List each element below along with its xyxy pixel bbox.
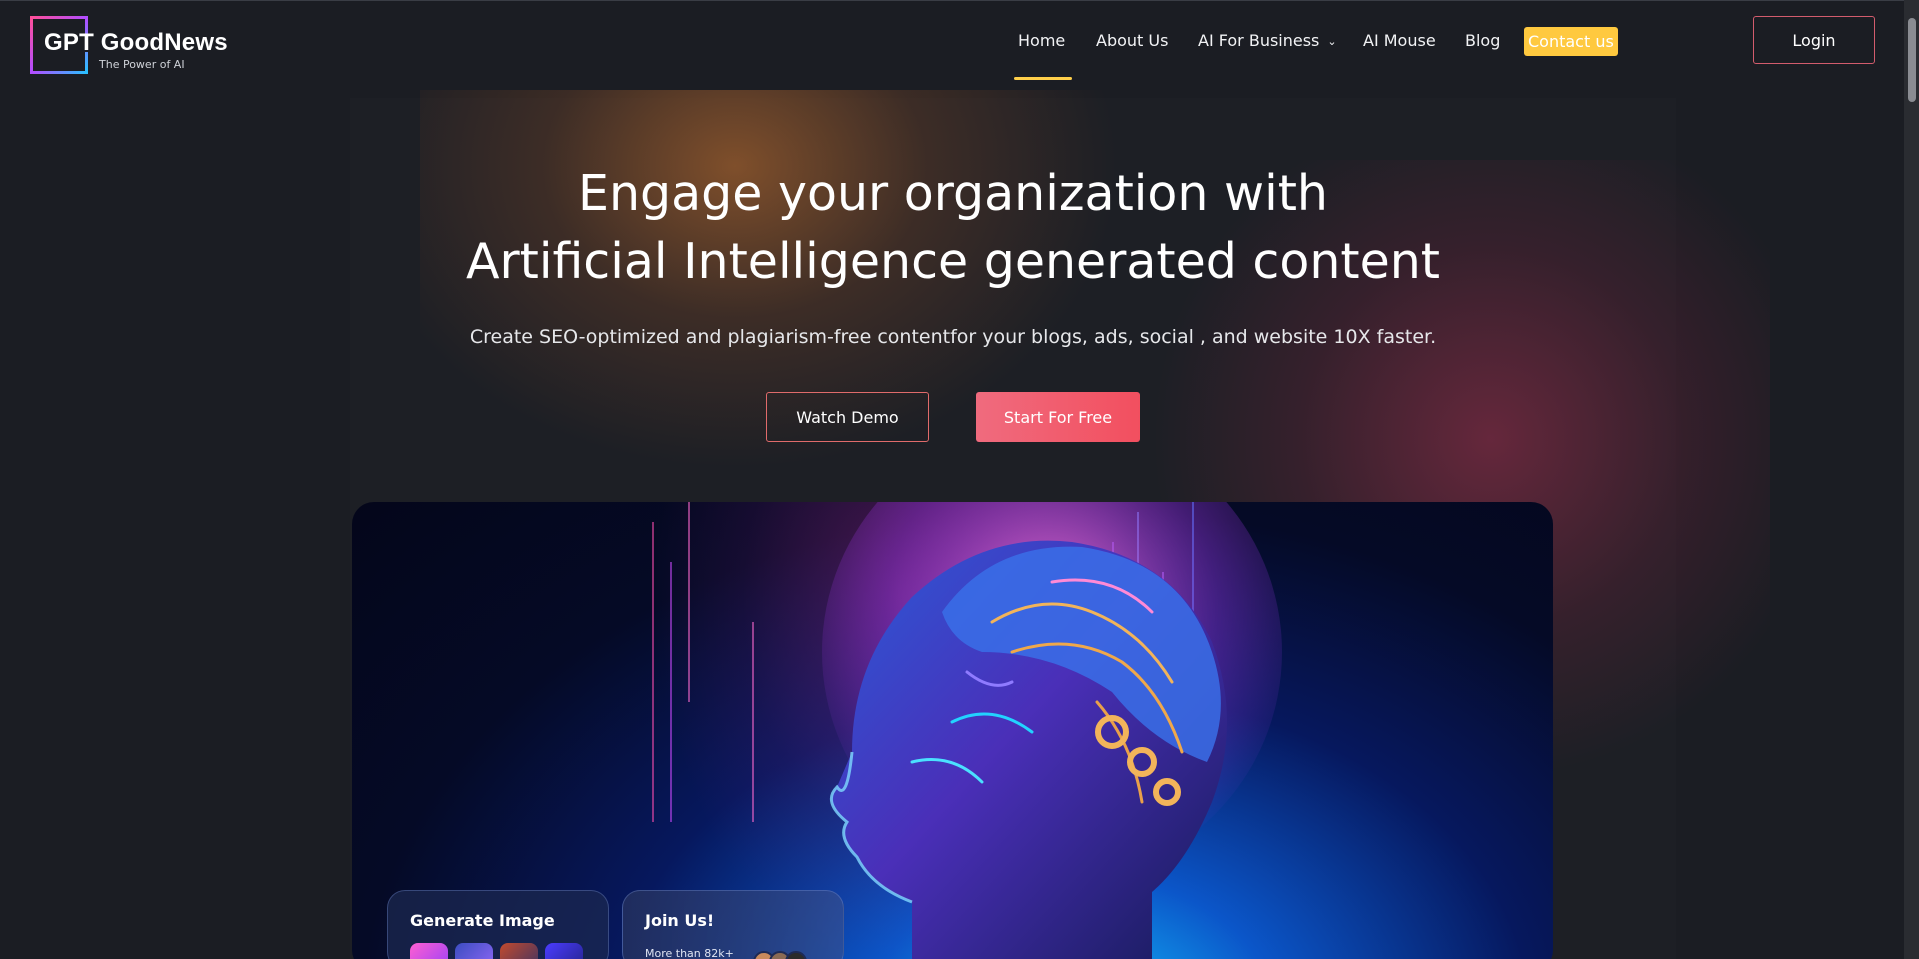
- nav-about-us[interactable]: About Us: [1096, 27, 1168, 55]
- hero-title-line-2: Artificial Intelligence generated conten…: [465, 233, 1441, 290]
- top-border: [0, 0, 1919, 1]
- logo-title: GPT GoodNews: [44, 29, 228, 56]
- nav-home[interactable]: Home: [1018, 27, 1065, 55]
- nav-contact-us[interactable]: Contact us: [1524, 27, 1618, 56]
- nav-ai-for-business[interactable]: AI For Business ⌄: [1198, 27, 1337, 56]
- logo-tagline: The Power of AI: [99, 58, 185, 71]
- join-us-card[interactable]: Join Us! More than 82k+: [622, 890, 844, 959]
- nav-ai-for-business-label: AI For Business: [1198, 31, 1320, 50]
- join-us-subtitle: More than 82k+: [645, 947, 734, 959]
- hero-subtitle: Create SEO-optimized and plagiarism-free…: [469, 326, 1437, 348]
- page-scrollbar[interactable]: [1904, 0, 1919, 959]
- scrollbar-thumb[interactable]: [1908, 18, 1916, 102]
- generate-image-card[interactable]: Generate Image: [387, 890, 609, 959]
- nav-blog[interactable]: Blog: [1465, 27, 1500, 55]
- thumbnail-image[interactable]: [455, 943, 493, 959]
- join-us-title: Join Us!: [645, 911, 715, 930]
- thumbnail-image[interactable]: [410, 943, 448, 959]
- chevron-down-icon: ⌄: [1327, 35, 1337, 48]
- hero-title: Engage your organization with Artificial…: [0, 160, 1906, 296]
- nav-ai-mouse[interactable]: AI Mouse: [1363, 27, 1436, 55]
- thumbnail-image[interactable]: [500, 943, 538, 959]
- site-logo[interactable]: GPT GoodNews The Power of AI: [30, 16, 240, 76]
- watch-demo-button[interactable]: Watch Demo: [766, 392, 929, 442]
- login-button[interactable]: Login: [1753, 16, 1875, 64]
- nav-active-indicator: [1014, 77, 1072, 80]
- generate-image-title: Generate Image: [410, 911, 555, 930]
- avatar: [785, 951, 807, 959]
- start-for-free-button[interactable]: Start For Free: [976, 392, 1140, 442]
- hero-title-line-1: Engage your organization with: [578, 165, 1328, 222]
- thumbnail-image[interactable]: [545, 943, 583, 959]
